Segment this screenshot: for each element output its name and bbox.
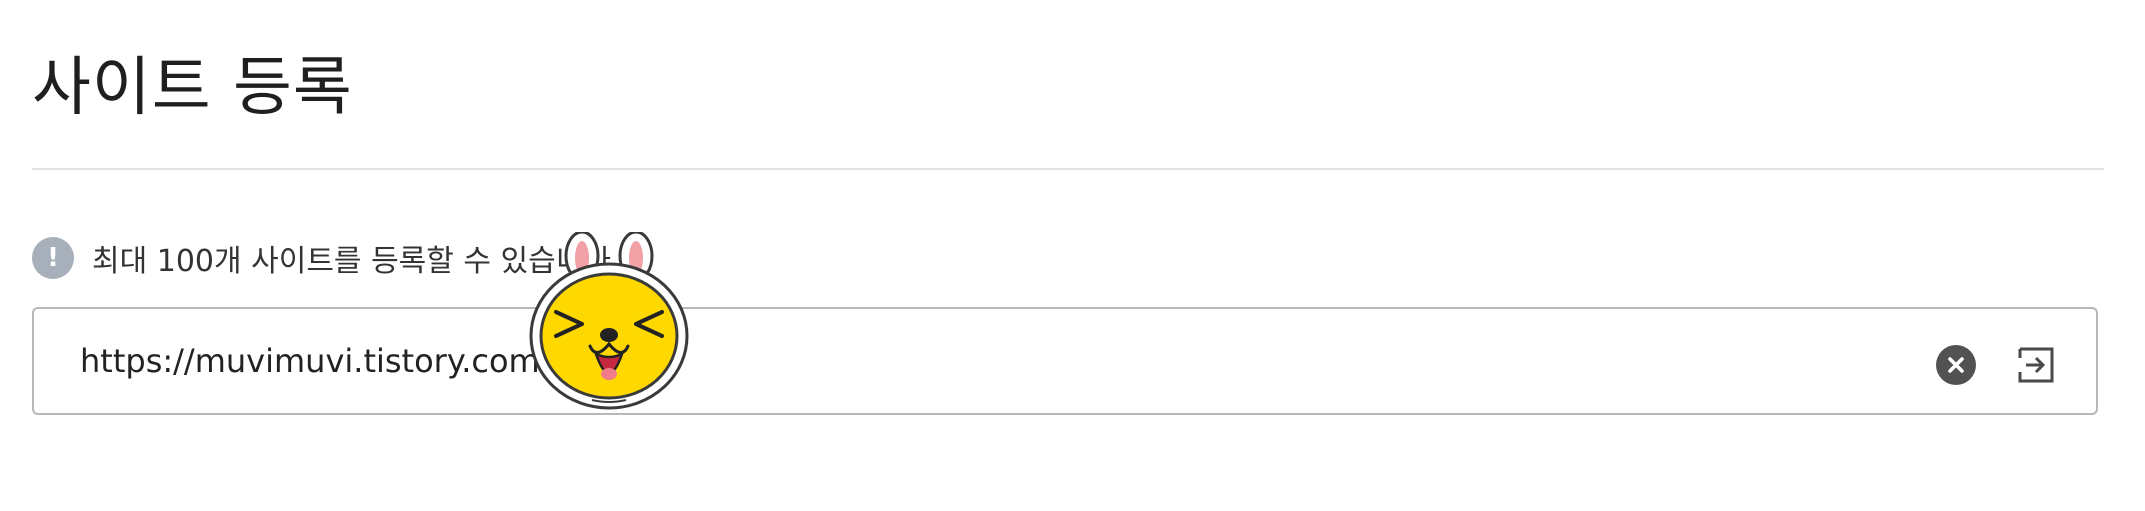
clear-button[interactable] [1936,345,1976,385]
close-icon [1948,357,1964,373]
enter-arrow-icon [2018,347,2054,383]
page-title: 사이트 등록 [32,51,353,125]
submit-button[interactable] [2014,343,2058,387]
bunny-sticker-icon [529,232,689,410]
url-field-container [32,307,2098,415]
exclamation-icon: ! [32,237,74,279]
title-divider [32,168,2104,170]
url-input[interactable] [80,342,1580,380]
notice: ! 최대 100개 사이트를 등록할 수 있습니다 [32,236,611,280]
